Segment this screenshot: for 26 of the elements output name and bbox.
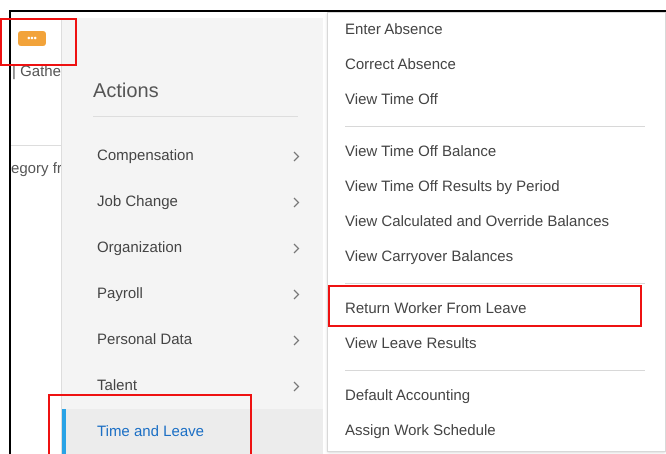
menu-item[interactable]: Talent <box>62 363 323 409</box>
chevron-right-icon <box>293 196 300 208</box>
menu-item[interactable]: Compensation <box>62 133 323 179</box>
chevron-right-icon <box>293 334 300 346</box>
submenu-item[interactable]: View Time Off <box>328 83 665 118</box>
submenu-item[interactable]: View Calculated and Override Balances <box>328 205 665 240</box>
chevron-right-icon <box>293 380 300 392</box>
menu-item[interactable]: Personal Data <box>62 317 323 363</box>
menu-item[interactable]: Organization <box>62 225 323 271</box>
chevron-right-icon <box>293 288 300 300</box>
chevron-right-icon <box>293 242 300 254</box>
submenu-item[interactable]: View Carryover Balances <box>328 240 665 275</box>
chevron-right-icon <box>293 150 300 162</box>
submenu-item[interactable]: Enter Absence <box>328 13 665 48</box>
menu-item[interactable]: Job Change <box>62 179 323 225</box>
submenu-item[interactable]: View Leave Results <box>328 327 665 362</box>
submenu-item[interactable]: View Time Off Results by Period <box>328 170 665 205</box>
submenu-item[interactable]: Correct Absence <box>328 48 665 83</box>
menu-item[interactable]: Payroll <box>62 271 323 317</box>
submenu-item[interactable]: View Time Off Balance <box>328 135 665 170</box>
submenu-item[interactable]: Default Accounting <box>328 379 665 414</box>
page-text: egory fr <box>11 159 62 179</box>
menu-title: Actions <box>93 80 159 102</box>
menu-item[interactable]: Time and Leave <box>62 409 323 454</box>
submenu-item[interactable]: Assign Work Schedule <box>328 414 665 449</box>
submenu-item[interactable]: Return Worker From Leave <box>328 292 665 327</box>
